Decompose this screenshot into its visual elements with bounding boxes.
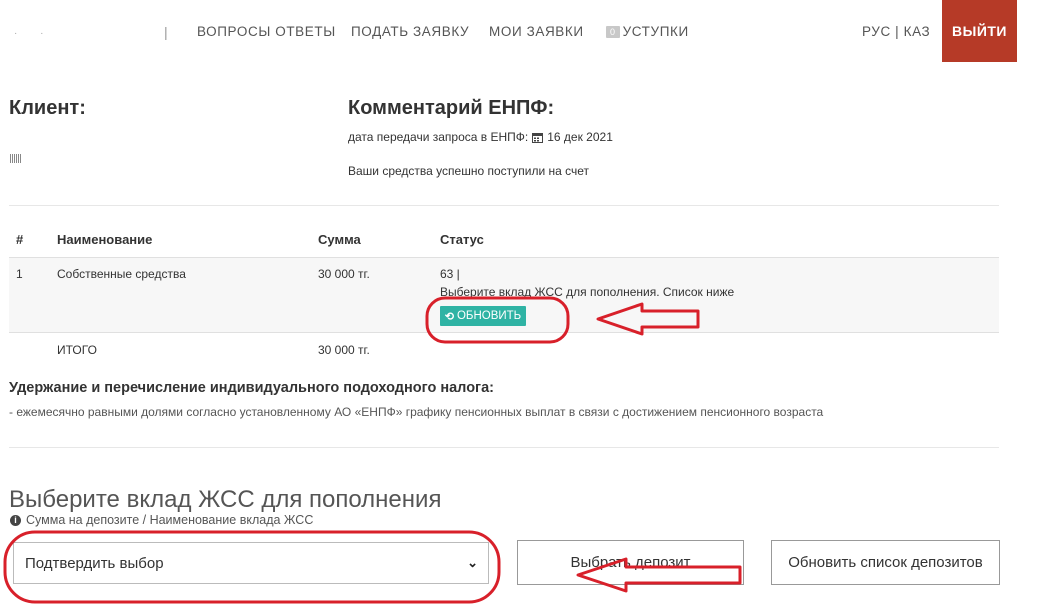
nav-cessions[interactable]: 0 УСТУПКИ	[606, 24, 689, 39]
deposit-section-title: Выберите вклад ЖСС для пополнения	[9, 486, 442, 513]
row-name: Собственные средства	[57, 267, 186, 281]
comment-date-line: дата передачи запроса в ЕНПФ: 16 дек 202…	[348, 130, 613, 144]
nav-separator: |	[164, 24, 168, 40]
info-icon: i	[10, 514, 21, 526]
refresh-icon: ⟲	[444, 310, 454, 323]
chevron-down-icon: ⌄	[467, 555, 478, 570]
total-label: ИТОГО	[57, 343, 97, 357]
nav-my-requests[interactable]: МОИ ЗАЯВКИ	[489, 24, 584, 39]
row-status-code: 63 |	[440, 267, 460, 281]
row-sum: 30 000 тг.	[318, 267, 370, 281]
barcode-icon	[10, 154, 22, 163]
col-header-num: #	[16, 232, 24, 247]
refresh-status-button[interactable]: ⟲ ОБНОВИТЬ	[440, 306, 526, 326]
cessions-count-badge: 0	[606, 26, 620, 38]
col-header-status: Статус	[440, 232, 484, 247]
row-num: 1	[16, 267, 23, 281]
refresh-deposit-list-button[interactable]: Обновить список депозитов	[771, 540, 1000, 585]
choose-deposit-button[interactable]: Выбрать депозит	[517, 540, 744, 585]
deposit-select[interactable]: Подтвердить выбор ⌄	[13, 542, 489, 584]
tax-title: Удержание и перечисление индивидуального…	[9, 380, 494, 396]
deposit-hint-text: Сумма на депозите / Наименование вклада …	[26, 513, 314, 527]
nav-cessions-label: УСТУПКИ	[622, 24, 689, 39]
language-switch[interactable]: РУС | КАЗ	[862, 24, 930, 39]
nav-faq[interactable]: ВОПРОСЫ ОТВЕТЫ	[197, 24, 336, 39]
col-header-name: Наименование	[57, 232, 153, 247]
deposit-select-value: Подтвердить выбор	[25, 554, 164, 572]
refresh-status-label: ОБНОВИТЬ	[456, 310, 522, 322]
divider	[9, 205, 999, 206]
comment-message: Ваши средства успешно поступили на счет	[348, 164, 590, 178]
nav-submit-request[interactable]: ПОДАТЬ ЗАЯВКУ	[351, 24, 469, 39]
logout-button[interactable]: ВЫЙТИ	[942, 0, 1017, 62]
logo-placeholder[interactable]: · ·	[14, 28, 53, 39]
total-sum: 30 000 тг.	[318, 343, 370, 357]
client-title: Клиент:	[9, 97, 86, 119]
deposit-hint: i Сумма на депозите / Наименование вклад…	[10, 513, 313, 527]
tax-text: - ежемесячно равными долями согласно уст…	[9, 405, 824, 419]
comment-title: Комментарий ЕНПФ:	[348, 97, 555, 119]
col-header-sum: Сумма	[318, 232, 361, 247]
comment-date-value: 16 дек 2021	[547, 130, 613, 144]
calendar-icon	[532, 132, 544, 143]
row-status-text: Выберите вклад ЖСС для пополнения. Списо…	[440, 285, 735, 299]
divider	[9, 447, 999, 448]
comment-date-label: дата передачи запроса в ЕНПФ:	[348, 130, 529, 144]
